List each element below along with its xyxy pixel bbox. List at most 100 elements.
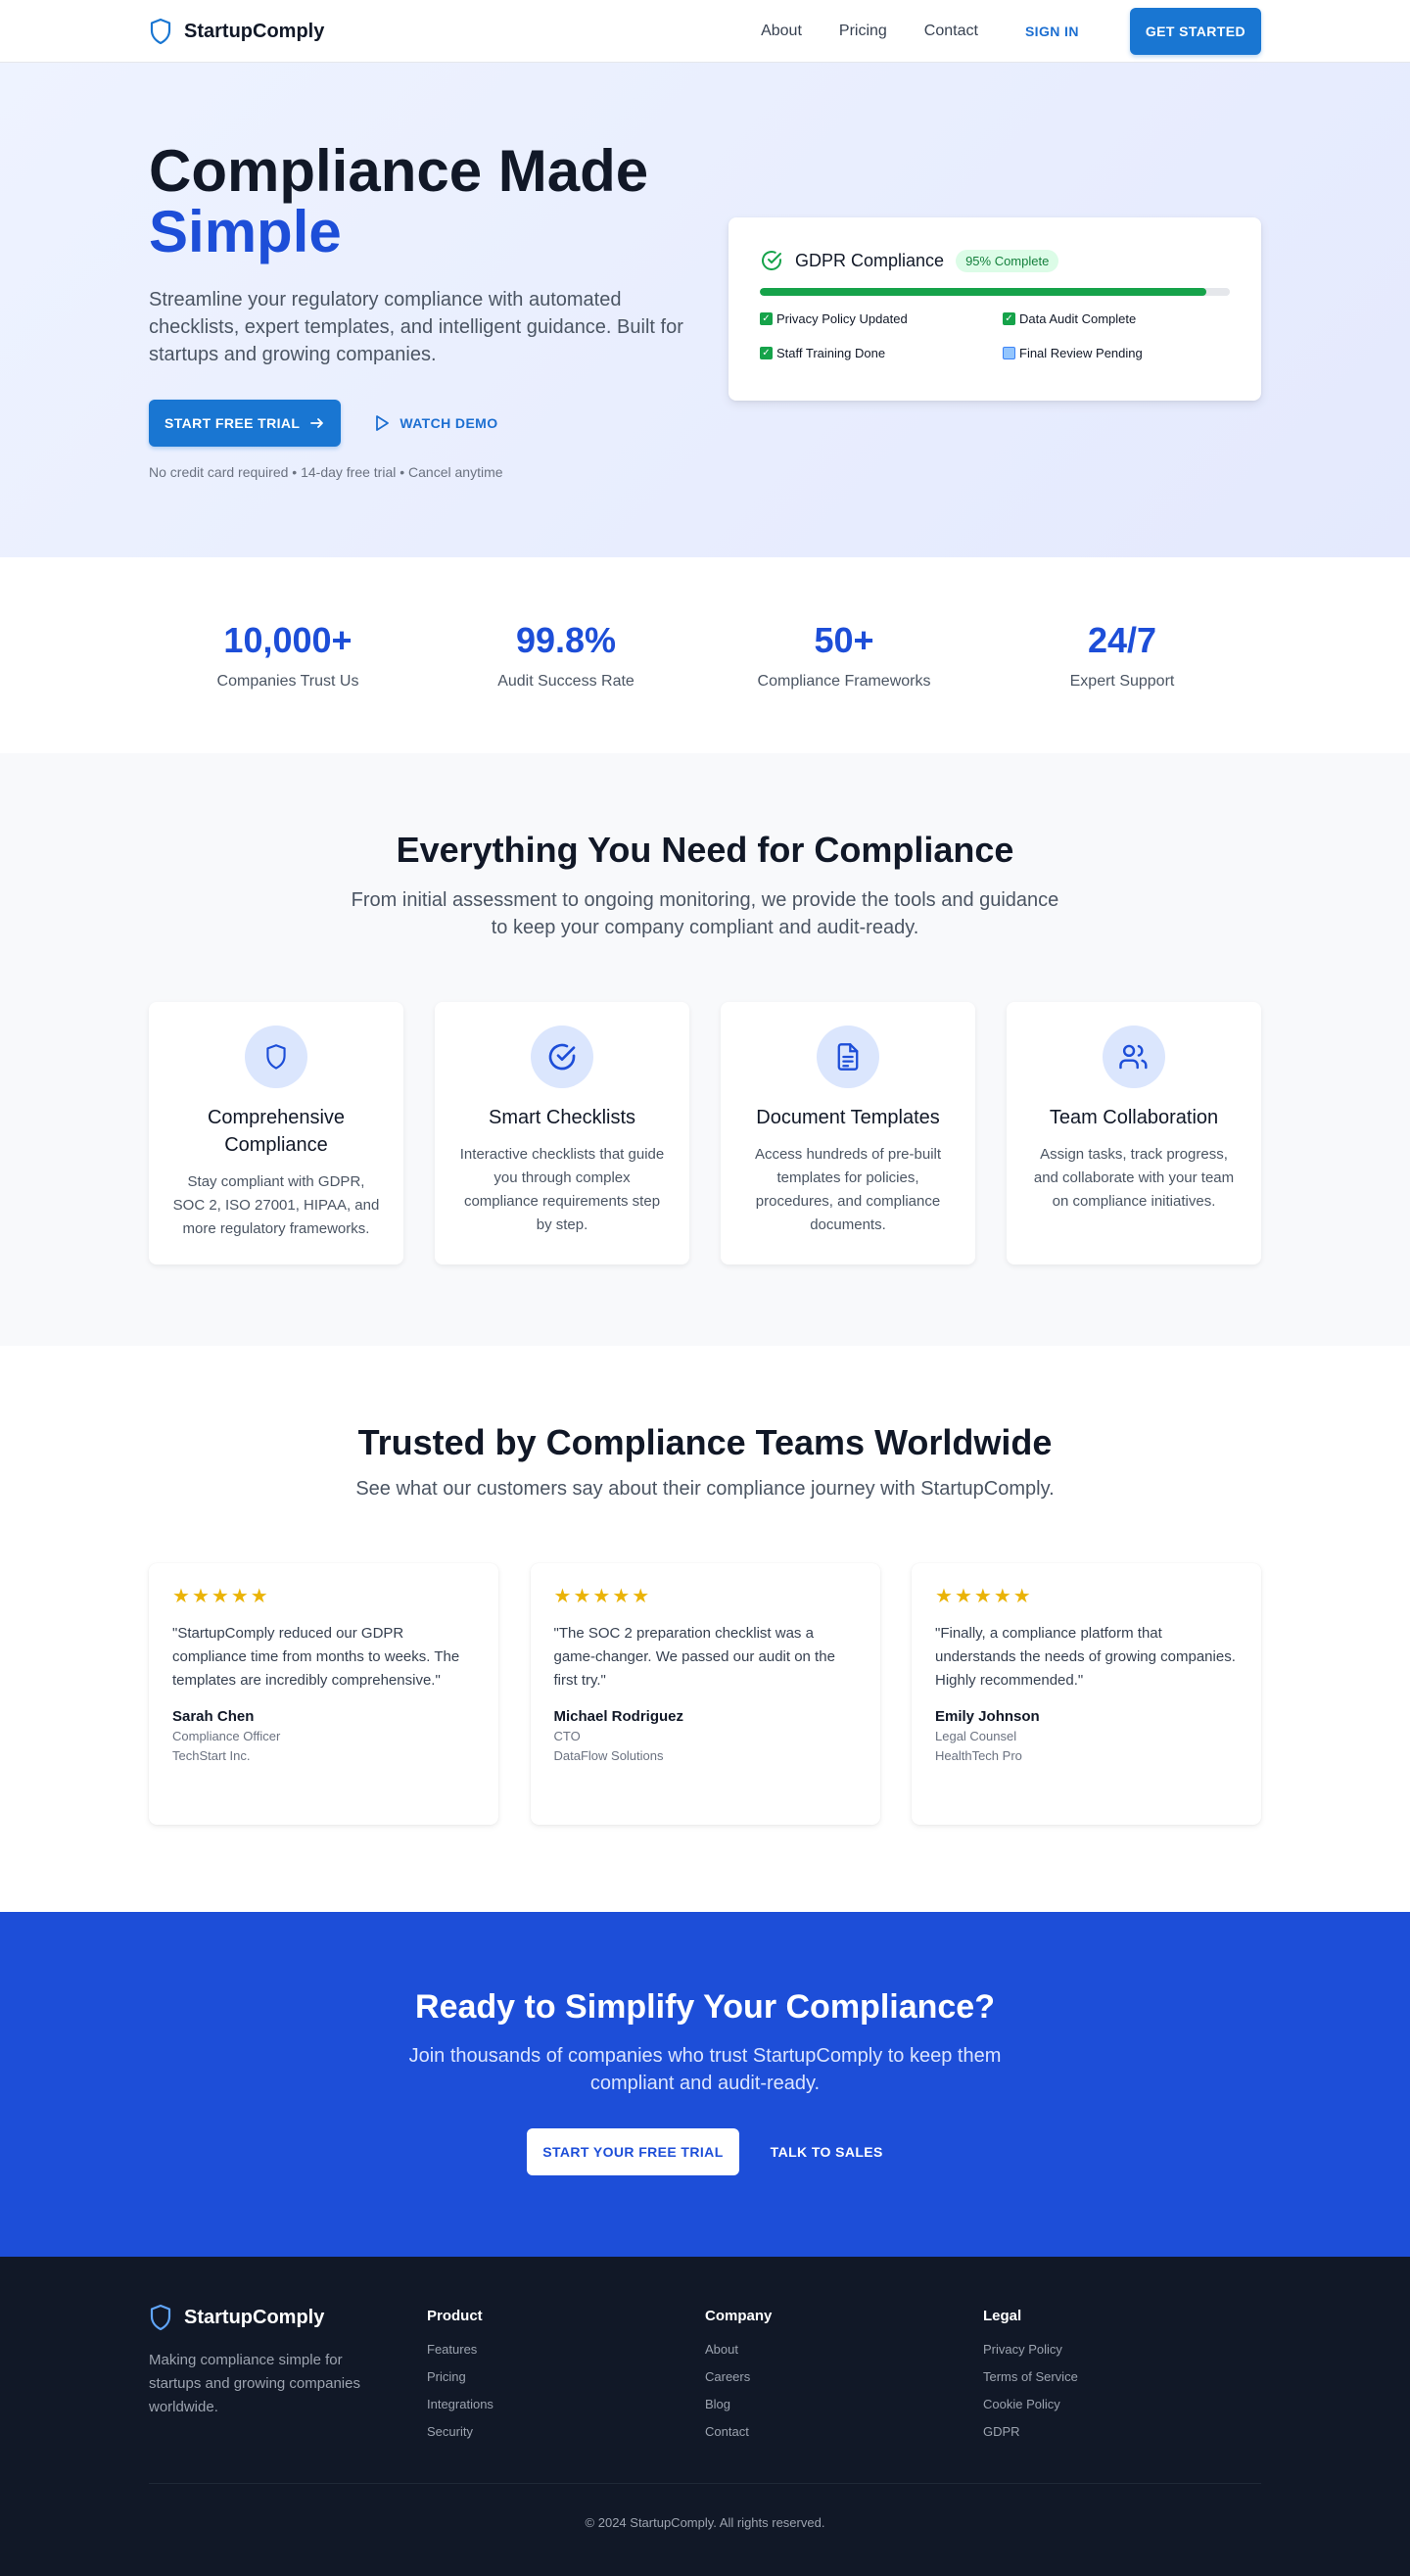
- star-icon: ★: [935, 1586, 953, 1607]
- start-your-free-trial-button[interactable]: START YOUR FREE TRIAL: [527, 2128, 739, 2175]
- star-icon: ★: [993, 1586, 1011, 1607]
- testimonial-company: HealthTech Pro: [935, 1748, 1022, 1763]
- testimonial-card: ★ ★ ★ ★ ★ "Finally, a compliance platform th…: [912, 1563, 1261, 1825]
- feature-description: Interactive checklists that guide you th…: [459, 1146, 665, 1233]
- shield-logo-icon: [150, 2304, 171, 2331]
- stat-label: Audit Success Rate: [497, 673, 634, 690]
- checklist-item: ✓ Data Audit Complete: [1003, 311, 1246, 326]
- feature-title: Document Templates: [756, 1107, 940, 1128]
- footer-link-contact[interactable]: Contact: [705, 2424, 983, 2440]
- footer-link-privacy-policy[interactable]: Privacy Policy: [983, 2342, 1261, 2358]
- testimonial-author: Michael Rodriguez: [553, 1708, 684, 1725]
- checklist-item-label: Privacy Policy Updated: [776, 311, 908, 326]
- features-section: Everything You Need for Compliance From …: [0, 753, 1410, 1346]
- document-icon: [817, 1026, 879, 1088]
- testimonial-role: Compliance Officer: [172, 1729, 281, 1743]
- shield-logo-icon: [150, 18, 171, 45]
- checkbox-checked-icon: ✓: [760, 347, 773, 359]
- feature-title: Smart Checklists: [488, 1107, 636, 1128]
- nav-link-pricing[interactable]: Pricing: [839, 23, 887, 40]
- hero-section: Compliance Made Simple Streamline your r…: [0, 63, 1410, 557]
- stat-label: Expert Support: [1069, 673, 1175, 690]
- checklist-item: ✓ Privacy Policy Updated: [760, 311, 1003, 326]
- footer-link-cookie-policy[interactable]: Cookie Policy: [983, 2397, 1261, 2412]
- testimonial-card: ★ ★ ★ ★ ★ "StartupComply reduced our GDPR co…: [149, 1563, 498, 1825]
- star-icon: ★: [973, 1586, 992, 1607]
- star-icon: ★: [211, 1586, 229, 1607]
- star-icon: ★: [1012, 1586, 1031, 1607]
- checklist-item: ✓ Staff Training Done: [760, 346, 1003, 360]
- checkbox-pending-icon: [1003, 347, 1015, 359]
- footer-column-company: Company About Careers Blog Contact: [705, 2304, 983, 2452]
- progress-bar: [760, 288, 1230, 296]
- footer-link-careers[interactable]: Careers: [705, 2369, 983, 2385]
- get-started-button[interactable]: GET STARTED: [1129, 8, 1261, 55]
- testimonials-title: Trusted by Compliance Teams Worldwide: [357, 1422, 1053, 1462]
- hero-title-line1: Compliance Made: [149, 138, 649, 204]
- testimonial-grid: ★ ★ ★ ★ ★ "StartupComply reduced our GDPR co…: [149, 1563, 1261, 1825]
- star-icon: ★: [612, 1586, 631, 1607]
- cta-section: Ready to Simplify Your Compliance? Join …: [0, 1912, 1410, 2257]
- feature-card-collaboration: Team Collaboration Assign tasks, track p…: [1007, 1002, 1261, 1264]
- footer-link-pricing[interactable]: Pricing: [427, 2369, 705, 2385]
- testimonial-company: DataFlow Solutions: [553, 1748, 664, 1763]
- checkbox-checked-icon: ✓: [1003, 312, 1015, 325]
- testimonial-card: ★ ★ ★ ★ ★ "The SOC 2 preparation checklist w…: [530, 1563, 880, 1825]
- features-subtitle: From initial assessment to ongoing monit…: [351, 889, 1059, 938]
- checklist-item-label: Data Audit Complete: [1019, 311, 1137, 326]
- footer-columns: StartupComply Making compliance simple f…: [149, 2257, 1261, 2452]
- watch-demo-button[interactable]: WATCH DEMO: [374, 414, 497, 432]
- footer-link-blog[interactable]: Blog: [705, 2397, 983, 2412]
- footer-links: Privacy Policy Terms of Service Cookie P…: [983, 2342, 1261, 2440]
- nav-link-about[interactable]: About: [761, 23, 802, 40]
- star-icon: ★: [191, 1586, 210, 1607]
- testimonials-section: Trusted by Compliance Teams Worldwide Se…: [0, 1346, 1410, 1912]
- star-icon: ★: [250, 1586, 268, 1607]
- shield-icon: [245, 1026, 307, 1088]
- stat-value: 50+: [814, 620, 874, 660]
- testimonial-author: Sarah Chen: [172, 1708, 255, 1725]
- feature-description: Access hundreds of pre-built templates f…: [754, 1146, 942, 1233]
- gdpr-card-title: GDPR Compliance: [795, 250, 945, 270]
- footer-heading: Product: [427, 2308, 483, 2324]
- arrow-right-icon: [310, 418, 324, 428]
- feature-description: Assign tasks, track progress, and collab…: [1033, 1146, 1235, 1210]
- watch-demo-label: WATCH DEMO: [400, 415, 498, 431]
- gdpr-card-header: GDPR Compliance 95% Complete: [760, 249, 1230, 272]
- stat-value: 10,000+: [223, 620, 352, 660]
- footer-heading: Legal: [983, 2308, 1022, 2324]
- check-circle-icon: [531, 1026, 593, 1088]
- feature-card-templates: Document Templates Access hundreds of pr…: [721, 1002, 975, 1264]
- testimonials-subtitle: See what our customers say about their c…: [355, 1478, 1055, 1500]
- nav-link-contact[interactable]: Contact: [924, 23, 978, 40]
- footer-tagline: Making compliance simple for startups an…: [149, 2352, 360, 2415]
- feature-title: Comprehensive Compliance: [207, 1107, 346, 1156]
- footer-copyright: © 2024 StartupComply. All rights reserve…: [149, 2483, 1261, 2530]
- footer-column-product: Product Features Pricing Integrations Se…: [427, 2304, 705, 2452]
- footer-link-security[interactable]: Security: [427, 2424, 705, 2440]
- hero-note: No credit card required • 14-day free tr…: [149, 464, 503, 480]
- start-free-trial-button[interactable]: START FREE TRIAL: [149, 400, 342, 447]
- footer-heading: Company: [705, 2308, 773, 2324]
- footer-link-features[interactable]: Features: [427, 2342, 705, 2358]
- stat-value: 24/7: [1087, 620, 1157, 660]
- footer-link-integrations[interactable]: Integrations: [427, 2397, 705, 2412]
- features-title: Everything You Need for Compliance: [396, 830, 1014, 870]
- stat-value: 99.8%: [515, 620, 617, 660]
- feature-card-compliance: Comprehensive Compliance Stay compliant …: [149, 1002, 403, 1264]
- check-circle-icon: [762, 251, 781, 270]
- cta-actions: START YOUR FREE TRIAL TALK TO SALES: [0, 2128, 1410, 2175]
- gdpr-progress-card: GDPR Compliance 95% Complete ✓ Privacy P…: [728, 217, 1261, 401]
- checklist-item-label: Staff Training Done: [776, 346, 886, 360]
- footer-link-terms[interactable]: Terms of Service: [983, 2369, 1261, 2385]
- stats-section: 10,000+ Companies Trust Us 99.8% Audit S…: [0, 557, 1410, 753]
- talk-to-sales-button[interactable]: TALK TO SALES: [771, 2144, 883, 2160]
- footer-brand[interactable]: StartupComply: [149, 2304, 427, 2331]
- cta-title: Ready to Simplify Your Compliance?: [415, 1988, 995, 2026]
- footer-link-gdpr[interactable]: GDPR: [983, 2424, 1261, 2440]
- sign-in-button[interactable]: SIGN IN: [1025, 24, 1079, 39]
- testimonial-author: Emily Johnson: [935, 1708, 1040, 1725]
- footer-link-about[interactable]: About: [705, 2342, 983, 2358]
- top-nav: StartupComply About Pricing Contact SIGN…: [0, 0, 1410, 63]
- brand-logo[interactable]: StartupComply: [149, 18, 324, 45]
